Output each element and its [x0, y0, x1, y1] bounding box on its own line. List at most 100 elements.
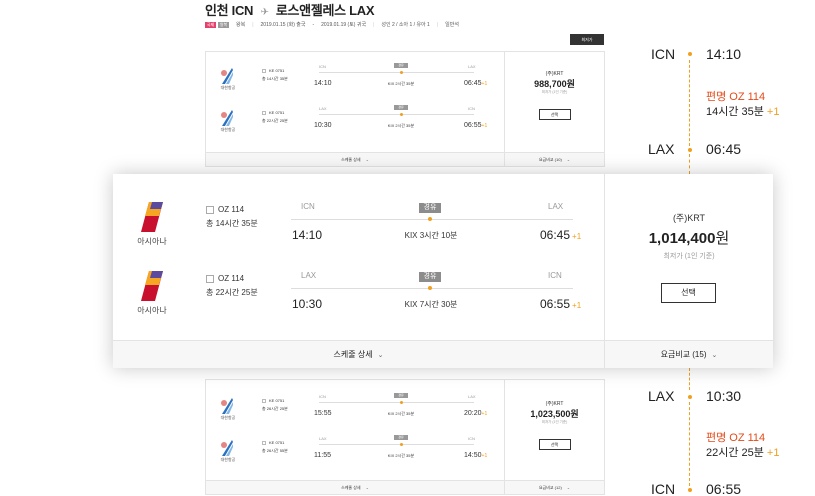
itinerary-row-outbound: 아시아나 OZ 114 총 14시간 35분 ICN LAX 경유 14:10 … [113, 202, 604, 272]
asiana-logo [141, 202, 163, 232]
card-footer: 스케줄 상세 ⌄ 요금비교 (12) ⌄ [206, 480, 604, 495]
departure-time: 10:30 [292, 297, 323, 311]
agency-name: (주)KRT [672, 213, 706, 223]
select-button[interactable]: 선택 [661, 283, 716, 303]
departure-time: 10:30 [314, 122, 332, 129]
fare-compare-toggle[interactable]: 요금비교 (12) ⌄ [504, 481, 604, 495]
trip-tag: 왕복 [218, 21, 229, 28]
route-line [291, 219, 573, 220]
timeline-arrival-time: 06:55 [706, 481, 742, 496]
price-note: 최저가 (1인 기준) [663, 253, 715, 260]
fare-compare-toggle[interactable]: 요금비교 (15) ⌄ [604, 341, 773, 369]
stop-dot [400, 113, 403, 116]
compare-checkbox[interactable] [262, 69, 266, 73]
stop-dot [400, 71, 403, 74]
compare-checkbox[interactable] [262, 399, 266, 403]
stopover-info: KIX 7시간 30분 [404, 300, 458, 309]
itinerary-row-outbound: 대한항공 KE 0751 총 14시간 35분 ICN LAX 경유 14:10… [206, 62, 504, 104]
select-button[interactable]: 선택 [538, 109, 571, 120]
price-panel: (주)KRT 1,023,500원 최저가 (1인 기준) 선택 [504, 380, 604, 480]
intl-tag: 국제 [205, 21, 216, 28]
airline-name: 대한항공 [220, 457, 236, 462]
schedule-detail-toggle[interactable]: 스케줄 상세 ⌄ [206, 485, 504, 491]
timeline-flight-number: 편명 OZ 114 [706, 432, 766, 444]
destination-code: ICN [468, 436, 475, 441]
trip-type: 왕복 [236, 22, 246, 28]
search-summary: 국제 왕복 왕복 | 2019.01.15 (화) 출국 - 2019.01.1… [205, 21, 459, 28]
price-note: 최저가 (1인 기준) [541, 90, 568, 94]
airplane-icon: ✈ [260, 7, 269, 18]
origin-code: LAX [319, 436, 327, 441]
price-note: 최저가 (1인 기준) [541, 420, 568, 424]
departure-time: 11:55 [314, 452, 331, 459]
korean-air-logo [221, 110, 233, 126]
chevron-down-icon: ⌄ [711, 352, 718, 359]
stop-dot [428, 217, 432, 221]
stop-dot [400, 443, 403, 446]
select-button[interactable]: 선택 [538, 439, 571, 450]
fare-compare-toggle[interactable]: 요금비교 (10) ⌄ [504, 153, 604, 167]
stopover-badge: 경유 [394, 105, 408, 110]
schedule-detail-toggle[interactable]: 스케줄 상세 ⌄ [113, 341, 604, 369]
itinerary-row-inbound: 대한항공 KE 0751 총 22시간 25분 LAX ICN 경유 10:30… [206, 104, 504, 146]
stopover-info: KIX 2시간 35분 [387, 81, 415, 86]
arrival-time: 06:55+1 [464, 122, 488, 129]
cabin-class: 일반석 [445, 22, 459, 28]
agency-name: (주)KRT [545, 71, 564, 77]
timeline-dot [688, 488, 692, 492]
timeline-dot [688, 148, 692, 152]
flight-number: OZ 114 [218, 205, 245, 214]
stop-dot [400, 401, 403, 404]
timeline-arrival-time: 06:45 [706, 141, 742, 157]
route-line [319, 444, 474, 445]
flight-number: KE 0751 [269, 110, 285, 115]
airline-name: 대한항공 [220, 85, 236, 90]
destination-code: ICN [468, 106, 475, 111]
arrival-time: 14:50+1 [464, 452, 488, 459]
timeline-departure-time: 10:30 [706, 388, 742, 404]
total-duration: 총 14시간 35분 [206, 219, 258, 228]
chevron-down-icon: ⌄ [566, 157, 571, 162]
price-panel: (주)KRT 1,014,400원 최저가 (1인 기준) 선택 [604, 174, 773, 340]
stopover-badge: 경유 [394, 435, 408, 440]
origin-code: LAX [301, 271, 317, 280]
compare-checkbox[interactable] [206, 275, 214, 283]
compare-checkbox[interactable] [206, 206, 214, 214]
compare-checkbox[interactable] [262, 111, 266, 115]
agency-name: (주)KRT [545, 401, 564, 407]
timeline-destination-code: LAX [648, 141, 675, 157]
timeline-duration: 22시간 25분 +1 [706, 447, 780, 459]
title-destination: 로스앤젤레스 LAX [275, 3, 375, 18]
origin-code: ICN [319, 64, 326, 69]
stopover-badge: 경유 [394, 393, 408, 398]
schedule-detail-toggle[interactable]: 스케줄 상세 ⌄ [206, 157, 504, 163]
stopover-info: KIX 2시간 35분 [387, 411, 415, 416]
timeline-destination-code: ICN [651, 481, 676, 496]
sort-lowest-price-button[interactable]: 최저가 [570, 34, 604, 45]
arrival-time: 06:45+1 [540, 228, 582, 242]
card-footer: 스케줄 상세 ⌄ 요금비교 (15) ⌄ [113, 340, 773, 369]
title-origin: 인천 ICN [205, 3, 254, 18]
total-duration: 총 26시간 55분 [262, 448, 288, 453]
timeline-line [689, 368, 690, 390]
timeline-origin-code: LAX [648, 388, 675, 404]
arrival-time: 06:45+1 [464, 80, 488, 87]
price-panel: (주)KRT 988,700원 최저가 (1인 기준) 선택 [504, 52, 604, 152]
compare-checkbox[interactable] [262, 441, 266, 445]
total-duration: 총 26시간 25분 [262, 406, 288, 411]
stopover-badge: 경유 [419, 203, 441, 213]
flight-card-korean-air-2[interactable]: 대한항공 KE 0751 총 26시간 25분 ICN LAX 경유 15:55… [205, 379, 605, 495]
korean-air-logo [221, 440, 233, 456]
flight-card-asiana[interactable]: 아시아나 OZ 114 총 14시간 35분 ICN LAX 경유 14:10 … [113, 174, 773, 369]
card-footer: 스케줄 상세 ⌄ 요금비교 (10) ⌄ [206, 152, 604, 167]
itinerary-row-outbound: 대한항공 KE 0751 총 26시간 25분 ICN LAX 경유 15:55… [206, 392, 504, 434]
destination-code: LAX [468, 64, 476, 69]
airline-name: 아시아나 [137, 237, 167, 246]
airline-name: 대한항공 [220, 415, 236, 420]
chevron-down-icon: ⌄ [365, 157, 369, 162]
flight-card-korean-air-1[interactable]: 대한항공 KE 0751 총 14시간 35분 ICN LAX 경유 14:10… [205, 51, 605, 167]
korean-air-logo [221, 398, 233, 414]
chevron-down-icon: ⌄ [377, 352, 384, 359]
chevron-down-icon: ⌄ [566, 485, 571, 490]
stopover-badge: 경유 [419, 272, 441, 282]
